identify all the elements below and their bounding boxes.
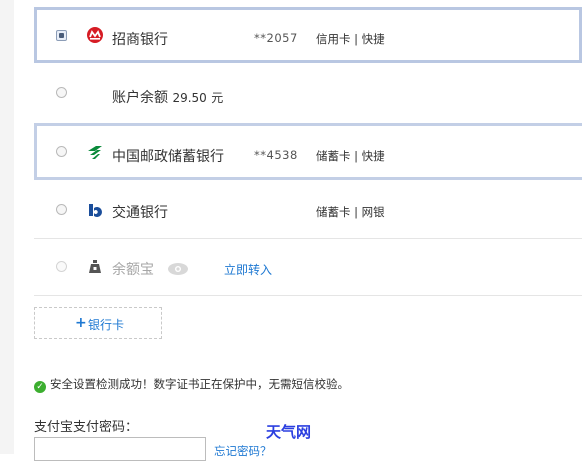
divider bbox=[34, 295, 582, 296]
radio-button[interactable] bbox=[56, 146, 67, 157]
radio-button[interactable] bbox=[56, 87, 67, 98]
payment-option-psbc[interactable]: 中国邮政储蓄银行 **4538 储蓄卡 | 快捷 bbox=[34, 123, 582, 180]
card-type: 储蓄卡 | 网银 bbox=[316, 205, 385, 219]
security-notice-text: 安全设置检测成功！数字证书正在保护中，无需短信校验。 bbox=[50, 377, 349, 391]
payment-option-balance[interactable]: 账户余额 29.50 元 bbox=[34, 63, 582, 121]
payment-option-yuebao: 余额宝 立即转入 bbox=[34, 239, 582, 295]
forgot-password-link[interactable]: 忘记密码？ bbox=[214, 443, 272, 459]
eye-icon[interactable] bbox=[167, 262, 189, 276]
radio-selected[interactable] bbox=[56, 30, 67, 41]
yuebao-money-bag-icon bbox=[89, 260, 101, 273]
bank-name: 中国邮政储蓄银行 bbox=[112, 149, 224, 165]
password-label: 支付宝支付密码： bbox=[34, 420, 139, 435]
radio-button-disabled bbox=[56, 261, 67, 272]
card-number: **2057 bbox=[254, 31, 298, 45]
bocom-logo-icon bbox=[89, 204, 102, 217]
balance-unit: 元 bbox=[211, 91, 224, 105]
card-type: 信用卡 | 快捷 bbox=[316, 32, 385, 46]
bank-name: 招商银行 bbox=[112, 32, 168, 48]
add-bank-card-label: 银行卡 bbox=[88, 318, 125, 332]
cmb-logo-icon bbox=[87, 27, 103, 43]
psbc-logo-icon bbox=[88, 146, 102, 159]
password-input[interactable] bbox=[34, 437, 206, 461]
radio-button[interactable] bbox=[56, 204, 67, 215]
payment-option-cmb[interactable]: 招商银行 **2057 信用卡 | 快捷 bbox=[34, 7, 582, 63]
add-bank-card-button[interactable]: + 银行卡 bbox=[34, 307, 162, 339]
transfer-in-link[interactable]: 立即转入 bbox=[224, 261, 272, 278]
balance-label: 账户余额 29.50 元 bbox=[112, 90, 224, 106]
payment-option-bocom[interactable]: 交通银行 储蓄卡 | 网银 bbox=[34, 182, 582, 238]
check-circle-icon: ✓ bbox=[34, 381, 46, 393]
security-notice: ✓ 安全设置检测成功！数字证书正在保护中，无需短信校验。 bbox=[34, 376, 349, 393]
watermark: 天气网 bbox=[266, 423, 312, 441]
bank-name: 余额宝 bbox=[112, 262, 154, 278]
balance-amount: 29.50 bbox=[172, 91, 207, 105]
card-type: 储蓄卡 | 快捷 bbox=[316, 149, 385, 163]
card-number: **4538 bbox=[254, 148, 298, 162]
left-gutter bbox=[0, 0, 14, 454]
plus-icon: + bbox=[75, 315, 87, 331]
bank-name: 交通银行 bbox=[112, 205, 168, 221]
